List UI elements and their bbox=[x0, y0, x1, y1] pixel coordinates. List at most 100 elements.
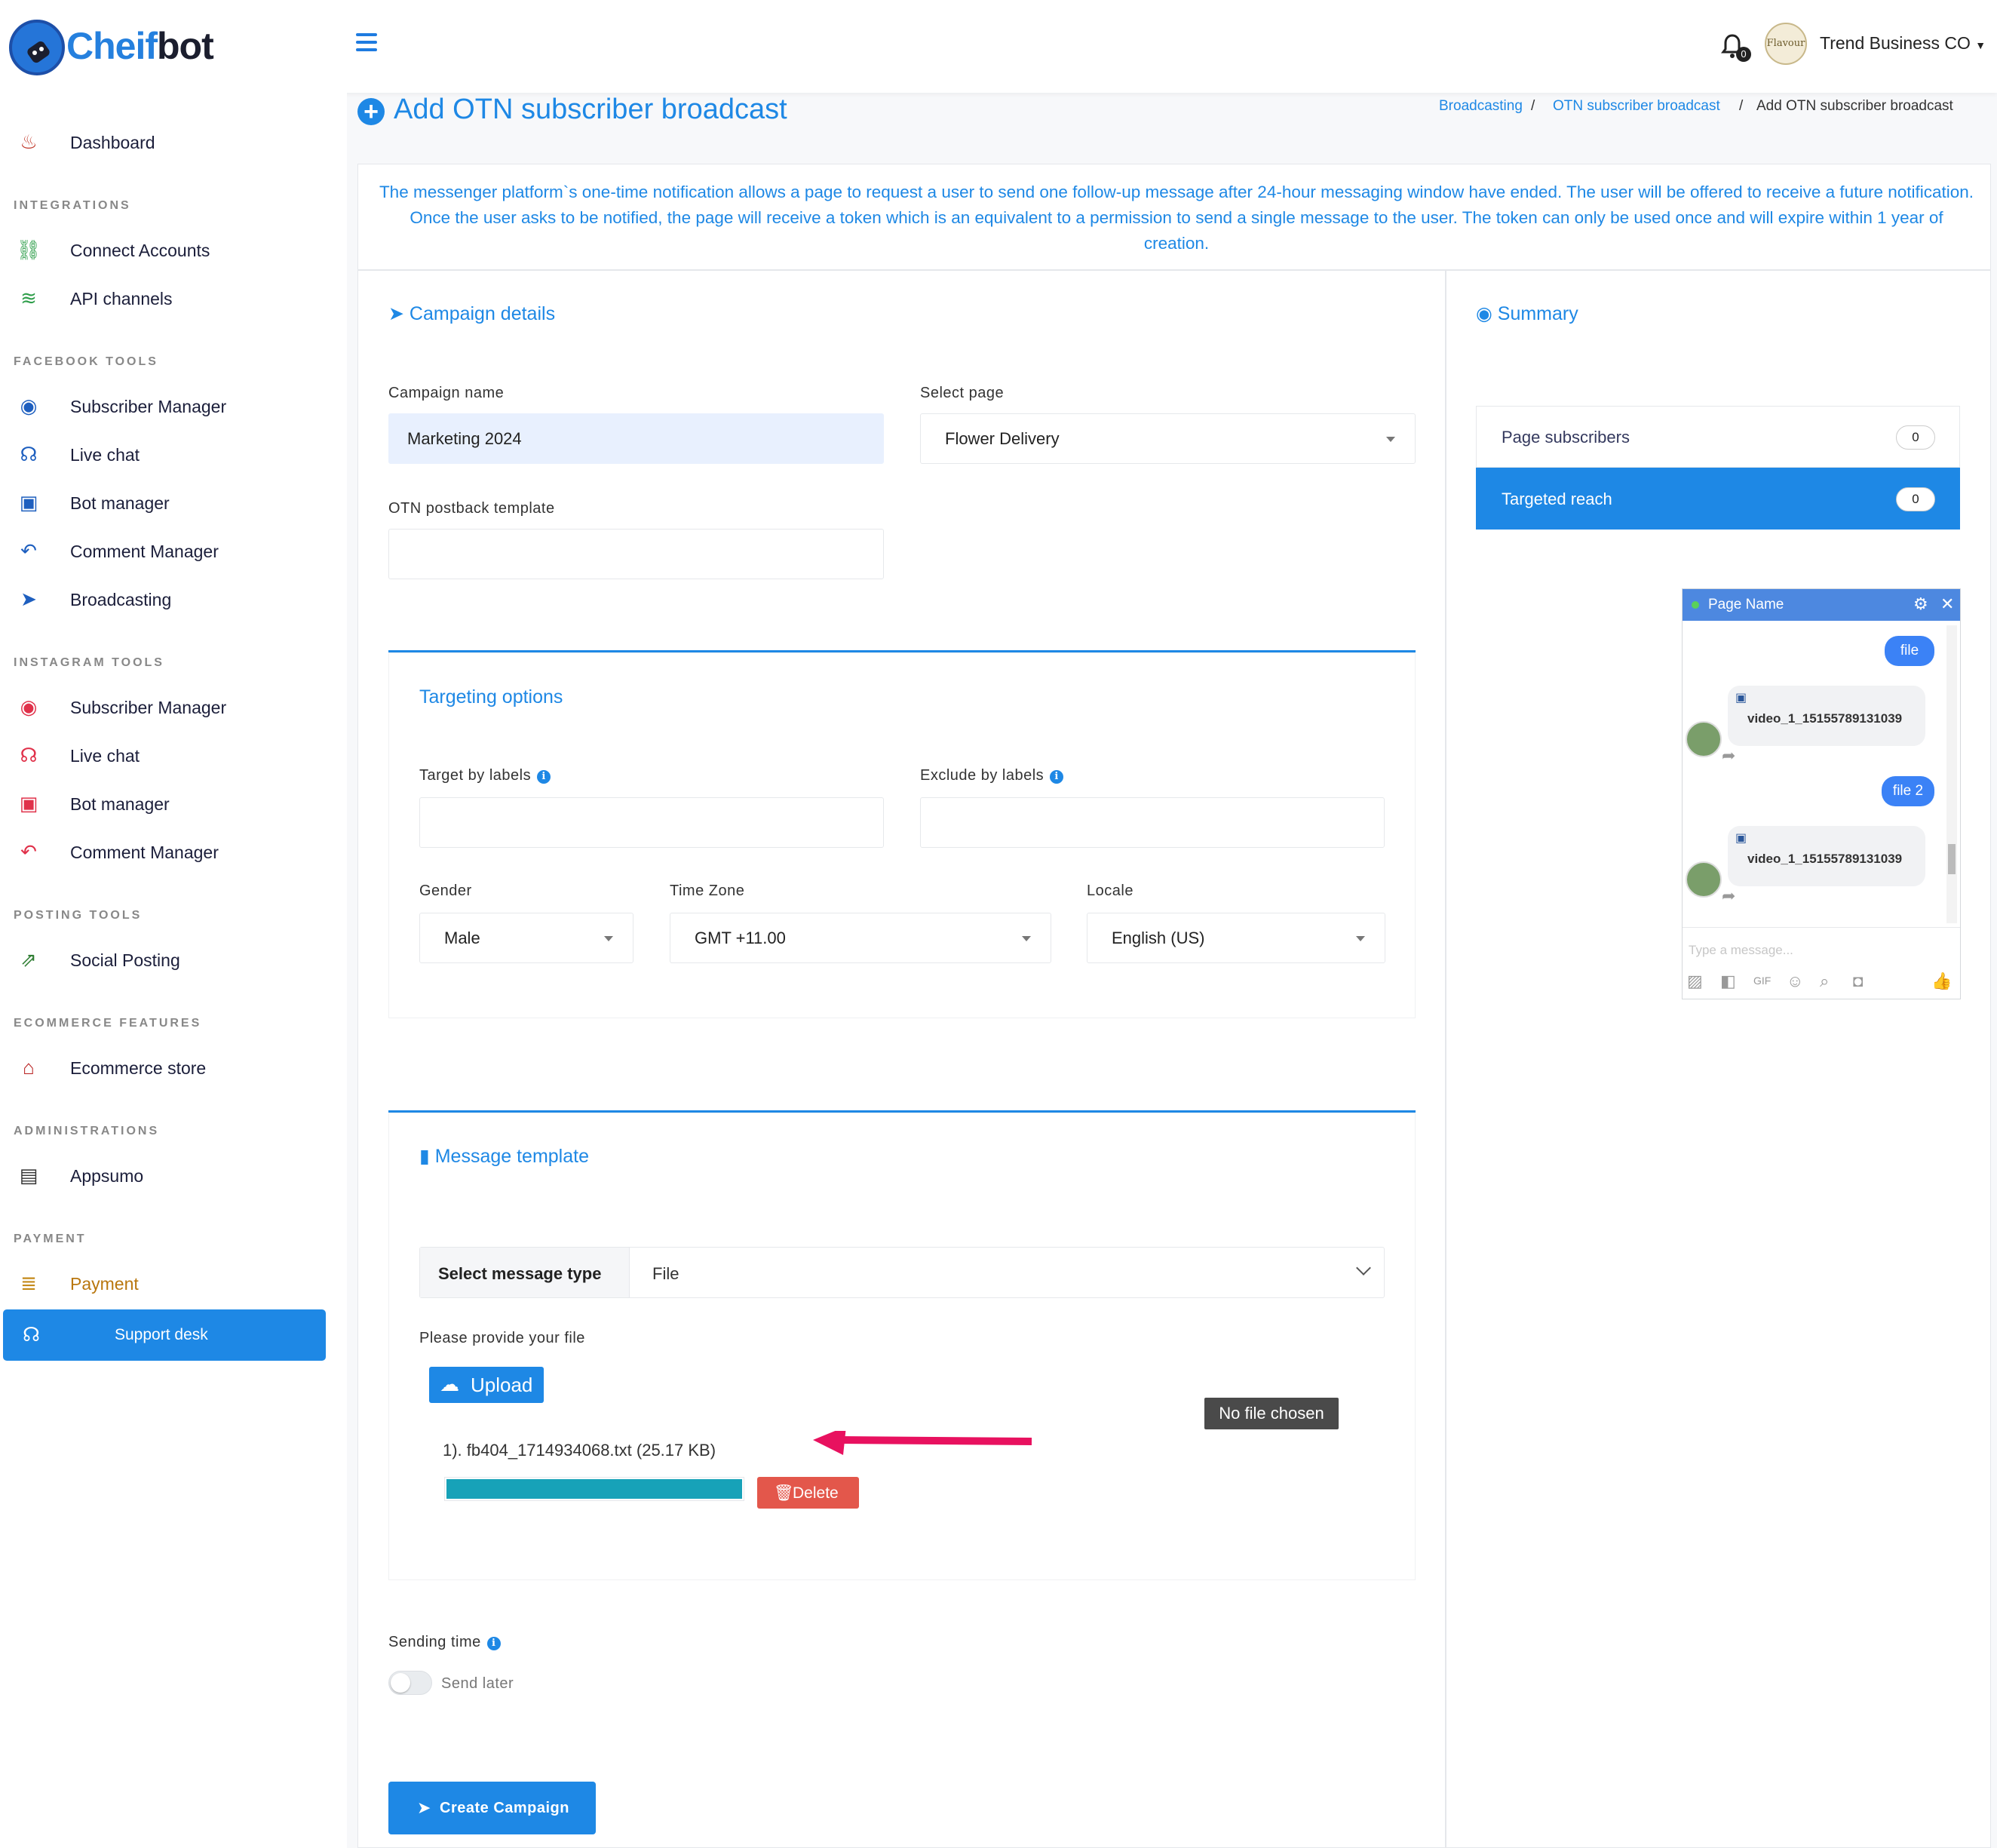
info-icon[interactable]: i bbox=[537, 770, 551, 784]
company-dropdown[interactable]: Trend Business CO ▼ bbox=[1820, 33, 1986, 54]
sidebar-item-dashboard[interactable]: ♨ Dashboard bbox=[0, 121, 347, 163]
otn-postback-input[interactable] bbox=[388, 529, 884, 579]
brand-name[interactable]: Cheifbot bbox=[66, 24, 214, 68]
otn-notice: The messenger platform`s one-time notifi… bbox=[379, 183, 1974, 253]
paper-plane-icon: ➤ bbox=[20, 588, 37, 610]
chat-scrollbar[interactable] bbox=[1946, 625, 1957, 923]
gender-value: Male bbox=[444, 929, 480, 947]
gif-icon[interactable]: GIF bbox=[1753, 975, 1771, 987]
chat-page-name: Page Name bbox=[1708, 597, 1784, 612]
sidebar-item-label: Subscriber Manager bbox=[70, 397, 227, 416]
chat-bubble-outgoing: file bbox=[1885, 636, 1934, 666]
timezone-value: GMT +11.00 bbox=[695, 929, 786, 947]
sidebar-item-bot-manager[interactable]: ▣ Bot manager bbox=[0, 481, 347, 523]
thumbs-up-icon[interactable]: 👍 bbox=[1931, 972, 1952, 991]
sidebar-item-label: Subscriber Manager bbox=[70, 698, 227, 717]
brand-name-part2: bot bbox=[157, 25, 214, 67]
sidebar-item-label: Live chat bbox=[70, 746, 140, 766]
divider bbox=[1445, 269, 1446, 1848]
message-type-value: File bbox=[652, 1264, 679, 1283]
create-campaign-button[interactable]: ➤ Create Campaign bbox=[388, 1782, 596, 1834]
camera-icon[interactable]: ◘ bbox=[1853, 972, 1863, 991]
trash-icon: 🗑 bbox=[774, 1484, 794, 1502]
delete-label: Delete bbox=[793, 1484, 839, 1502]
paperclip-icon[interactable]: ⌕ bbox=[1820, 972, 1829, 991]
sidebar-item-broadcasting[interactable]: ➤ Broadcasting bbox=[0, 578, 347, 620]
chat-attachment: ▣ video_1_15155789131039 bbox=[1728, 686, 1925, 746]
upload-label: Upload bbox=[471, 1374, 533, 1396]
select-page-value: Flower Delivery bbox=[945, 429, 1060, 448]
sidebar-section-label: ADMINISTRATIONS bbox=[14, 1125, 160, 1137]
message-type-select[interactable]: Select message type File bbox=[419, 1247, 1385, 1298]
emoji-icon[interactable]: ☺ bbox=[1787, 972, 1803, 991]
select-page-dropdown[interactable]: Flower Delivery bbox=[920, 413, 1416, 464]
message-type-label: Select message type bbox=[420, 1248, 630, 1297]
file-prompt-label: Please provide your file bbox=[419, 1330, 585, 1346]
sidebar-section-label: POSTING TOOLS bbox=[14, 909, 143, 922]
gender-select[interactable]: Male bbox=[419, 913, 633, 963]
sidebar-section-label: INTEGRATIONS bbox=[14, 199, 131, 212]
wifi-icon: ≋ bbox=[20, 287, 37, 309]
sidebar-item-social-posting[interactable]: ⇗ Social Posting bbox=[0, 938, 347, 981]
info-icon[interactable]: i bbox=[486, 1637, 501, 1650]
targeted-reach-label: Targeted reach bbox=[1502, 490, 1612, 508]
close-icon[interactable]: ✕ bbox=[1940, 594, 1954, 614]
divider bbox=[357, 269, 1991, 271]
upload-button[interactable]: ☁ Upload bbox=[429, 1367, 544, 1403]
locale-select[interactable]: English (US) bbox=[1087, 913, 1385, 963]
sidebar-item-subscriber-manager[interactable]: ◉ Subscriber Manager bbox=[0, 686, 347, 728]
sidebar-item-bot-manager[interactable]: ▣ Bot manager bbox=[0, 782, 347, 824]
sidebar-item-api-channels[interactable]: ≋ API channels bbox=[0, 277, 347, 319]
flame-icon: ♨ bbox=[20, 130, 38, 153]
chat-input-area[interactable]: Type a message... ▨ ◧ GIF ☺ ⌕ ◘ 👍 bbox=[1683, 927, 1960, 999]
brand-name-part1: Cheif bbox=[66, 25, 158, 67]
upload-progress-bar bbox=[444, 1477, 744, 1501]
sidebar-item-comment-manager[interactable]: ↶ Comment Manager bbox=[0, 530, 347, 572]
campaign-name-label: Campaign name bbox=[388, 385, 505, 401]
plus-circle-icon: + bbox=[357, 98, 385, 125]
sidebar-item-live-chat[interactable]: ☊ Live chat bbox=[0, 433, 347, 475]
breadcrumb-separator: / bbox=[1531, 98, 1535, 114]
gear-icon[interactable]: ⚙ bbox=[1913, 594, 1928, 614]
sidebar-item-label: Appsumo bbox=[70, 1166, 144, 1186]
paper-plane-icon: ➤ bbox=[388, 303, 404, 324]
message-template-title: ▮ Message template bbox=[419, 1146, 589, 1167]
sidebar-item-payment[interactable]: ≣ Payment bbox=[0, 1262, 347, 1304]
image-icon[interactable]: ▨ bbox=[1687, 972, 1703, 991]
avatar[interactable]: Flavour bbox=[1765, 23, 1807, 65]
breadcrumb-item-broadcasting[interactable]: Broadcasting bbox=[1439, 98, 1523, 115]
sidebar-item-live-chat[interactable]: ☊ Live chat bbox=[0, 734, 347, 776]
sidebar-item-label: Payment bbox=[70, 1274, 139, 1294]
support-desk-button[interactable]: ☊ Support desk bbox=[3, 1309, 326, 1361]
exclude-labels-label: Exclude by labels i bbox=[920, 767, 1064, 784]
breadcrumb-item-otn[interactable]: OTN subscriber broadcast bbox=[1553, 98, 1720, 115]
timezone-select[interactable]: GMT +11.00 bbox=[670, 913, 1051, 963]
campaign-name-input[interactable]: Marketing 2024 bbox=[388, 413, 884, 464]
sidebar-item-comment-manager[interactable]: ↶ Comment Manager bbox=[0, 830, 347, 873]
sidebar-item-subscriber-manager[interactable]: ◉ Subscriber Manager bbox=[0, 385, 347, 427]
share-icon[interactable]: ➦ bbox=[1722, 746, 1735, 766]
sidebar-item-ecommerce-store[interactable]: ⌂ Ecommerce store bbox=[0, 1046, 347, 1088]
sidebar-section-label: FACEBOOK TOOLS bbox=[14, 355, 158, 368]
target-labels-input[interactable] bbox=[419, 797, 884, 848]
sidebar-item-label: Bot manager bbox=[70, 493, 170, 513]
sidebar-item-label: Bot manager bbox=[70, 794, 170, 814]
info-icon[interactable]: i bbox=[1050, 770, 1064, 784]
sidebar-item-connect-accounts[interactable]: ⛓ Connect Accounts bbox=[0, 229, 347, 271]
robot-icon: ▣ bbox=[19, 792, 38, 815]
paper-plane-icon: ➤ bbox=[417, 1798, 431, 1817]
campaign-name-value: Marketing 2024 bbox=[407, 429, 522, 448]
exclude-labels-input[interactable] bbox=[920, 797, 1385, 848]
delete-file-button[interactable]: 🗑 Delete bbox=[757, 1477, 859, 1509]
caret-down-icon bbox=[1386, 437, 1395, 442]
send-later-toggle[interactable] bbox=[388, 1671, 432, 1695]
sidebar-item-appsumo[interactable]: ▤ Appsumo bbox=[0, 1154, 347, 1196]
sticker-icon[interactable]: ◧ bbox=[1720, 972, 1736, 991]
select-page-label: Select page bbox=[920, 385, 1005, 401]
sidebar-section-label: PAYMENT bbox=[14, 1233, 87, 1245]
scroll-thumb[interactable] bbox=[1948, 844, 1956, 874]
share-icon[interactable]: ➦ bbox=[1722, 886, 1735, 906]
gender-label: Gender bbox=[419, 883, 472, 899]
share-square-icon: ⇗ bbox=[20, 948, 37, 971]
menu-toggle-icon[interactable] bbox=[356, 33, 377, 51]
